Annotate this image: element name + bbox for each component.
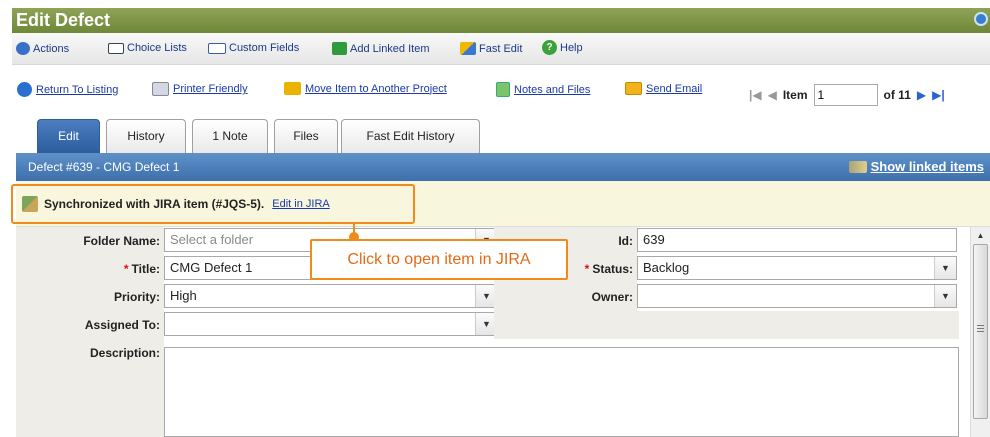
scroll-thumb[interactable] <box>973 244 988 419</box>
move-item-link[interactable]: Move Item to Another Project <box>284 82 447 95</box>
tab-fast-edit-history[interactable]: Fast Edit History <box>341 119 480 153</box>
assigned-to-label: Assigned To: <box>16 311 164 339</box>
choice-lists-icon <box>108 42 124 54</box>
fast-edit-icon <box>460 42 476 55</box>
last-item-icon[interactable]: ▶| <box>932 88 945 102</box>
add-linked-item-icon <box>332 42 347 55</box>
actions-menu[interactable]: Actions <box>16 42 69 55</box>
add-linked-item-label: Add Linked Item <box>350 42 430 55</box>
add-linked-item-button[interactable]: Add Linked Item <box>332 42 430 55</box>
owner-select[interactable]: ▼ <box>637 284 957 308</box>
refresh-icon[interactable] <box>974 12 988 26</box>
custom-fields-label: Custom Fields <box>229 42 300 54</box>
back-arrow-icon <box>17 82 32 97</box>
fast-edit-label: Fast Edit <box>479 42 523 55</box>
defect-header: Defect #639 - CMG Defect 1 Show linked i… <box>16 153 990 181</box>
item-label: Item <box>782 88 808 102</box>
next-item-icon[interactable]: ▶ <box>917 88 926 102</box>
item-pager: |◀ ◀ Item of 11 ▶ ▶| <box>749 84 945 106</box>
help-icon: ? <box>542 40 557 55</box>
folder-name-placeholder: Select a folder <box>170 232 254 247</box>
previous-item-icon[interactable]: ◀ <box>768 88 777 102</box>
status-select[interactable]: Backlog ▼ <box>637 256 957 280</box>
jira-callout: Click to open item in JIRA <box>310 239 568 280</box>
id-field[interactable]: 639 <box>637 228 957 252</box>
move-item-label: Move Item to Another Project <box>305 82 447 95</box>
priority-label: Priority: <box>16 283 164 311</box>
choice-lists-button[interactable]: Choice Lists <box>108 42 187 54</box>
tab-edit[interactable]: Edit <box>37 119 100 153</box>
first-item-icon[interactable]: |◀ <box>749 88 762 102</box>
scroll-up-icon[interactable]: ▲ <box>971 227 990 244</box>
window-title-bar: Edit Defect <box>12 8 990 33</box>
empty-cell <box>494 311 959 339</box>
defect-title: Defect #639 - CMG Defect 1 <box>28 160 180 174</box>
description-editor[interactable] <box>164 347 959 437</box>
required-marker: * <box>123 262 129 276</box>
priority-select[interactable]: High ▼ <box>164 284 498 308</box>
form-scrollbar[interactable]: ▲ <box>970 227 990 437</box>
printer-friendly-label: Printer Friendly <box>173 83 248 95</box>
send-email-label: Send Email <box>646 82 703 95</box>
title-label: * Title: <box>16 255 164 283</box>
tab-notes[interactable]: 1 Note <box>192 119 268 153</box>
item-count-label: of 11 <box>883 88 911 102</box>
fast-edit-button[interactable]: Fast Edit <box>460 42 522 55</box>
help-label: Help <box>560 41 583 54</box>
grip-icon <box>977 325 984 332</box>
custom-fields-button[interactable]: Custom Fields <box>208 42 299 54</box>
actions-icon <box>16 42 30 55</box>
tab-history[interactable]: History <box>106 119 186 153</box>
title-label-text: Title: <box>131 262 160 276</box>
move-item-icon <box>284 82 301 95</box>
description-label: Description: <box>16 339 164 437</box>
toolbar: Actions Choice Lists Custom Fields Add L… <box>12 33 990 65</box>
chevron-down-icon: ▼ <box>934 257 956 279</box>
return-to-listing-label: Return To Listing <box>36 83 119 96</box>
owner-label: Owner: <box>494 283 637 311</box>
jira-sync-highlight <box>11 184 415 224</box>
email-icon <box>625 82 642 95</box>
send-email-link[interactable]: Send Email <box>625 82 702 95</box>
required-marker: * <box>584 262 590 276</box>
actions-label: Actions <box>33 42 70 55</box>
status-label-text: Status: <box>592 262 633 276</box>
show-linked-items-link[interactable]: Show linked items <box>848 153 984 181</box>
show-linked-items-label: Show linked items <box>870 159 984 174</box>
assigned-to-select[interactable]: ▼ <box>164 312 498 336</box>
window-title: Edit Defect <box>16 10 111 30</box>
linked-items-icon <box>848 161 867 173</box>
return-to-listing-link[interactable]: Return To Listing <box>17 82 118 97</box>
notes-and-files-label: Notes and Files <box>514 83 591 96</box>
notes-and-files-link[interactable]: Notes and Files <box>496 82 590 97</box>
status-value: Backlog <box>643 260 690 275</box>
printer-friendly-link[interactable]: Printer Friendly <box>152 82 248 96</box>
notes-icon <box>496 82 510 97</box>
item-number-input[interactable] <box>813 84 878 106</box>
printer-icon <box>152 82 169 96</box>
custom-fields-icon <box>208 42 226 54</box>
choice-lists-label: Choice Lists <box>127 42 187 54</box>
tab-files[interactable]: Files <box>274 119 338 153</box>
folder-name-label: Folder Name: <box>16 227 164 255</box>
help-button[interactable]: ? Help <box>542 40 583 55</box>
priority-value: High <box>170 288 197 303</box>
chevron-down-icon: ▼ <box>934 285 956 307</box>
